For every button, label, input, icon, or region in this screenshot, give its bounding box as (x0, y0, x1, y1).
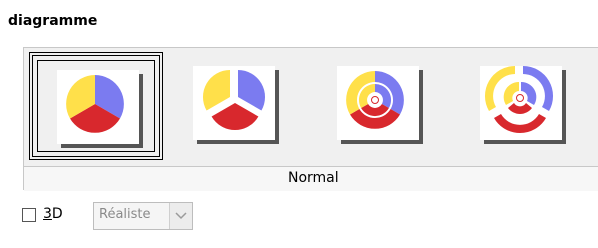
section-title: diagramme (8, 13, 98, 29)
3d-checkbox[interactable] (22, 208, 36, 222)
3d-label-rest: D (51, 206, 63, 222)
variant-exploded-pie[interactable] (169, 52, 303, 160)
variant-gallery (24, 48, 598, 166)
chart-variant-panel: Normal (23, 47, 598, 191)
3d-style-value: Réaliste (99, 207, 151, 222)
options-row: 3D Réaliste (22, 202, 222, 230)
variant-caption-bar: Normal (24, 166, 598, 191)
combobox-dropdown-button[interactable] (169, 203, 192, 229)
exploded-donut-icon (484, 65, 554, 134)
variant-donut[interactable] (313, 52, 447, 160)
3d-style-combobox[interactable]: Réaliste (93, 202, 193, 230)
exploded-pie-icon (202, 69, 266, 131)
variant-caption: Normal (288, 170, 339, 186)
3d-checkbox-label[interactable]: 3D (43, 206, 63, 222)
variant-exploded-donut[interactable] (456, 52, 590, 160)
variant-normal-pie[interactable] (29, 52, 163, 160)
3d-mnemonic: 3 (43, 206, 52, 222)
pie-chart-icon (66, 75, 124, 133)
chevron-down-icon (175, 212, 187, 220)
donut-chart-icon (346, 71, 404, 129)
